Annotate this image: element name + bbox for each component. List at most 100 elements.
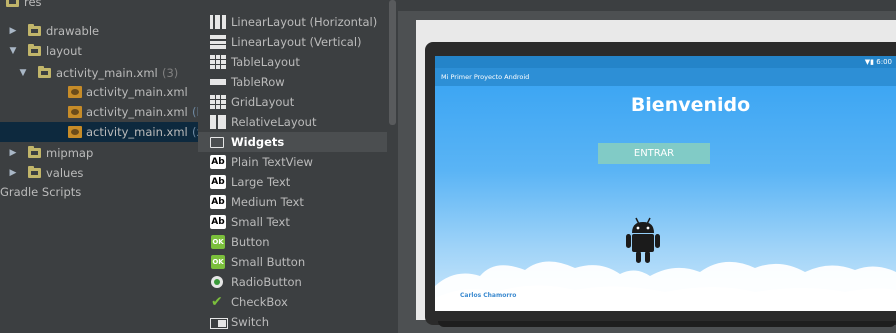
button-icon: OK: [211, 235, 225, 249]
radio-button-icon: [211, 276, 223, 288]
tree-item-label: layout: [46, 44, 82, 58]
tree-item[interactable]: activity_main.xml: [0, 82, 198, 102]
checkbox-icon: ✔: [211, 294, 223, 310]
layout-xml-file-icon: [68, 106, 82, 118]
expand-arrow-right-icon[interactable]: ▶: [8, 21, 18, 41]
palette-item[interactable]: Ab Large Text: [198, 172, 388, 192]
widget-palette: LinearLayout (Horizontal) LinearLayout (V…: [198, 0, 388, 333]
palette-item[interactable]: RelativeLayout: [198, 112, 388, 132]
tree-item[interactable]: ▼ activity_main.xml (3): [0, 63, 198, 83]
folder-icon: [28, 44, 41, 56]
tree-item[interactable]: Gradle Scripts: [0, 182, 198, 202]
palette-item-label: Button: [231, 235, 270, 249]
canvas-toolbar-strip: [398, 0, 896, 11]
relative-layout-icon: [210, 115, 226, 129]
tree-item-count: (3): [162, 66, 179, 80]
palette-item-label: CheckBox: [231, 295, 288, 309]
device-frame-bottom: [438, 321, 896, 327]
palette-item-label: LinearLayout (Horizontal): [231, 15, 378, 29]
design-canvas[interactable]: ▼▮ 6:00 Mi Primer Proyecto Android Bienv…: [398, 0, 896, 333]
palette-item-label: Large Text: [231, 175, 291, 189]
palette-item[interactable]: Ab Plain TextView: [198, 152, 388, 172]
enter-button[interactable]: ENTRAR: [598, 143, 710, 164]
palette-item[interactable]: LinearLayout (Vertical): [198, 32, 388, 52]
folder-icon: [6, 0, 19, 7]
palette-item[interactable]: OK Button: [198, 232, 388, 252]
palette-item[interactable]: ✔ CheckBox: [198, 292, 388, 312]
device-screen[interactable]: ▼▮ 6:00 Mi Primer Proyecto Android Bienv…: [435, 56, 896, 311]
tree-item[interactable]: ▶ mipmap: [0, 143, 198, 163]
palette-item-label: RelativeLayout: [231, 115, 317, 129]
layout-xml-file-icon: [68, 86, 82, 98]
clouds-background-image: [435, 261, 896, 311]
palette-item-label: Plain TextView: [231, 155, 313, 169]
palette-item[interactable]: GridLayout: [198, 92, 388, 112]
palette-item-label: Medium Text: [231, 195, 304, 209]
palette-item[interactable]: Ab Small Text: [198, 212, 388, 232]
palette-item[interactable]: Ab Medium Text: [198, 192, 388, 212]
tree-item[interactable]: ▼ layout: [0, 41, 198, 61]
tree-item-label: activity_main.xml: [56, 66, 158, 80]
tree-item-label: res: [24, 0, 42, 9]
android-robot-image: [626, 217, 660, 263]
palette-item-label: RadioButton: [231, 275, 302, 289]
textview-icon: Ab: [210, 155, 226, 169]
palette-group-header[interactable]: Widgets: [198, 132, 388, 152]
folder-icon: [38, 66, 51, 78]
expand-arrow-down-icon[interactable]: ▼: [18, 63, 28, 83]
expand-arrow-right-icon[interactable]: ▶: [8, 143, 18, 163]
tree-item[interactable]: res: [0, 0, 198, 12]
palette-item-label: Switch: [231, 315, 270, 329]
folder-icon: [28, 146, 41, 158]
tree-item-label: Gradle Scripts: [0, 185, 82, 199]
small-text-icon: Ab: [210, 215, 226, 229]
app-title: Mi Primer Proyecto Android: [441, 73, 530, 81]
expand-arrow-down-icon[interactable]: ▼: [8, 41, 18, 61]
palette-item-label: TableRow: [231, 75, 285, 89]
palette-scrollbar[interactable]: [387, 0, 398, 333]
tree-item-label: drawable: [46, 24, 100, 38]
tree-item-label: activity_main.xml: [86, 105, 188, 119]
expand-arrow-right-icon[interactable]: ▶: [8, 163, 18, 183]
welcome-textview[interactable]: Bienvenido: [435, 94, 896, 116]
folder-icon: [28, 166, 41, 178]
tree-item-label: activity_main.xml: [86, 125, 188, 139]
tree-item[interactable]: activity_main.xml(lan: [0, 102, 198, 122]
table-layout-icon: [210, 55, 226, 69]
medium-text-icon: Ab: [210, 195, 226, 209]
palette-item[interactable]: TableRow: [198, 72, 388, 92]
battery-icon: ▮: [870, 58, 875, 66]
tree-item-label: values: [46, 166, 84, 180]
palette-item-label: Small Button: [231, 255, 306, 269]
switch-icon: [210, 318, 228, 329]
tree-item[interactable]: ▶ drawable: [0, 21, 198, 41]
linear-layout-horizontal-icon: [210, 15, 226, 29]
palette-item-label: TableLayout: [231, 55, 300, 69]
palette-item[interactable]: TableLayout: [198, 52, 388, 72]
app-action-bar: Mi Primer Proyecto Android: [435, 68, 896, 86]
small-button-icon: OK: [211, 255, 225, 269]
palette-item[interactable]: RadioButton: [198, 272, 388, 292]
tree-item-label: mipmap: [46, 146, 94, 160]
palette-item-label: Small Text: [231, 215, 290, 229]
folder-icon: [210, 137, 224, 148]
palette-item-label: Widgets: [231, 135, 285, 149]
tree-item[interactable]: ▶ values: [0, 163, 198, 183]
palette-item[interactable]: LinearLayout (Horizontal): [198, 12, 388, 32]
palette-item[interactable]: Switch: [198, 312, 388, 332]
layout-xml-file-icon: [68, 126, 82, 138]
author-textview[interactable]: Carlos Chamorro: [460, 292, 516, 299]
large-text-icon: Ab: [210, 175, 226, 189]
status-indicators: ▼▮ 6:00: [865, 56, 892, 68]
tree-item-label: activity_main.xml: [86, 85, 188, 99]
tree-item[interactable]: activity_main.xml(xla: [0, 122, 198, 142]
folder-icon: [28, 24, 41, 36]
palette-item[interactable]: OK Small Button: [198, 252, 388, 272]
palette-item-label: LinearLayout (Vertical): [231, 35, 362, 49]
device-status-bar: ▼▮ 6:00: [435, 56, 896, 68]
linear-layout-vertical-icon: [210, 35, 226, 49]
table-row-icon: [210, 75, 226, 89]
palette-item-label: GridLayout: [231, 95, 295, 109]
project-tree: res ▶ drawable ▼ layout ▼ activity_main.xml (3)…: [0, 0, 198, 333]
palette-scrollbar-thumb[interactable]: [389, 0, 396, 125]
